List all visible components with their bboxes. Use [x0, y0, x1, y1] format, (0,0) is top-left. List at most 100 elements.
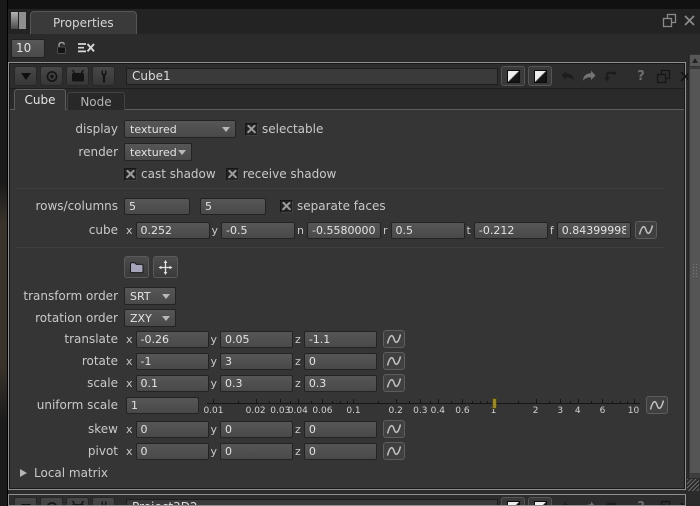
wrench-icon[interactable] [92, 497, 115, 506]
max-panels-input[interactable] [11, 39, 45, 58]
revert-icon[interactable] [600, 66, 622, 86]
node-name-input[interactable] [126, 68, 498, 85]
node-panel-titlebar: ? [10, 64, 684, 89]
separate-faces-checkbox[interactable] [280, 200, 293, 213]
uniform-scale-input[interactable] [126, 397, 199, 414]
rotate-animation-curve-button[interactable] [383, 352, 405, 370]
pivot-y-input[interactable] [220, 443, 293, 460]
y-axis-label: y [211, 333, 218, 346]
translate-x-input[interactable] [136, 331, 209, 348]
uniform-scale-animation-curve-button[interactable] [646, 396, 668, 414]
collapse-panel-icon[interactable] [14, 66, 37, 86]
cast-shadow-checkbox[interactable] [124, 168, 137, 181]
vertical-scrollbar[interactable] [688, 54, 700, 478]
tab-node[interactable]: Node [67, 92, 125, 110]
uniform-scale-slider-handle[interactable] [492, 398, 497, 409]
cube-r-input[interactable] [391, 222, 465, 239]
color-swatch-icon [534, 501, 547, 506]
lock-icon[interactable] [54, 40, 70, 56]
rows-input[interactable] [124, 198, 190, 215]
transform-order-dropdown[interactable]: SRT [124, 287, 176, 305]
selectable-checkbox[interactable] [245, 123, 258, 136]
tab-cube[interactable]: Cube [14, 89, 66, 110]
pivot-z-input[interactable] [304, 443, 377, 460]
chevron-down-icon [162, 294, 170, 299]
cube-n-axis-label: n [297, 224, 304, 237]
x-axis-label: x [126, 445, 133, 458]
float-pane-icon[interactable] [662, 13, 677, 28]
cube-t-input[interactable] [474, 222, 548, 239]
display-dropdown[interactable]: textured [124, 120, 236, 138]
float-panel-icon[interactable] [652, 66, 674, 86]
rotate-z-input[interactable] [304, 353, 377, 370]
undo-icon[interactable] [556, 497, 578, 506]
node-color-swatch[interactable] [501, 497, 525, 506]
translate-animation-curve-button[interactable] [383, 330, 405, 348]
cube-tab-content: display textured selectable render textu… [10, 110, 684, 488]
axis-handle-button[interactable] [153, 256, 178, 278]
skew-animation-curve-button[interactable] [383, 420, 405, 438]
redo-icon[interactable] [578, 66, 600, 86]
local-matrix-row[interactable]: Local matrix [14, 463, 668, 483]
pane-layout-icon[interactable] [11, 12, 27, 29]
scale-x-input[interactable] [136, 375, 209, 392]
gl-color-swatch[interactable] [528, 497, 552, 506]
pivot-animation-curve-button[interactable] [383, 442, 405, 460]
scrollbar-up-arrow[interactable] [689, 54, 700, 67]
scale-y-input[interactable] [220, 375, 293, 392]
render-label: render [14, 145, 118, 159]
node-color-swatch[interactable] [501, 66, 525, 86]
help-button[interactable]: ? [630, 66, 652, 86]
scale-animation-curve-button[interactable] [383, 374, 405, 392]
skew-label: skew [14, 422, 118, 436]
float-panel-icon[interactable] [652, 497, 674, 506]
tab-node-label: Node [80, 95, 111, 109]
translate-y-input[interactable] [220, 331, 293, 348]
postage-stamp-icon[interactable] [66, 66, 89, 86]
y-axis-label: y [211, 423, 218, 436]
tab-properties[interactable]: Properties [30, 11, 137, 34]
y-axis-label: y [211, 445, 218, 458]
expand-arrow-icon[interactable] [20, 469, 27, 477]
receive-shadow-checkbox[interactable] [226, 168, 239, 181]
cube-x-input[interactable] [136, 222, 210, 239]
node-name-input[interactable] [126, 499, 498, 506]
resize-grip-icon[interactable] [687, 479, 699, 491]
z-axis-label: z [295, 445, 301, 458]
scale-label: scale [14, 376, 118, 390]
redo-icon[interactable] [578, 497, 600, 506]
x-axis-label: x [126, 423, 133, 436]
cube-y-input[interactable] [221, 222, 295, 239]
skew-z-input[interactable] [304, 421, 377, 438]
bottom-panel-titlebar: ? [10, 495, 684, 506]
collapse-panel-icon[interactable] [14, 497, 37, 506]
skew-y-input[interactable] [220, 421, 293, 438]
help-button[interactable]: ? [630, 497, 652, 506]
file-browse-button[interactable] [124, 256, 149, 278]
postage-stamp-icon[interactable] [66, 497, 89, 506]
x-axis-label: x [126, 333, 133, 346]
undo-icon[interactable] [556, 66, 578, 86]
render-dropdown[interactable]: textured [124, 143, 192, 161]
cube-animation-curve-button[interactable] [635, 221, 657, 239]
pivot-x-input[interactable] [136, 443, 209, 460]
translate-z-input[interactable] [304, 331, 377, 348]
columns-input[interactable] [200, 198, 266, 215]
center-node-icon[interactable] [40, 497, 63, 506]
rotate-y-input[interactable] [220, 353, 293, 370]
close-all-panels-icon[interactable] [77, 41, 95, 55]
cube-f-input[interactable] [557, 222, 631, 239]
skew-x-input[interactable] [136, 421, 209, 438]
close-pane-icon[interactable] [683, 13, 696, 28]
rotate-x-input[interactable] [136, 353, 209, 370]
close-panel-icon[interactable] [674, 497, 686, 506]
scrollbar-thumb[interactable] [689, 68, 700, 474]
revert-icon[interactable] [600, 497, 622, 506]
center-node-icon[interactable] [40, 66, 63, 86]
rows-columns-label: rows/columns [14, 199, 118, 213]
cube-n-input[interactable] [307, 222, 381, 239]
rotation-order-dropdown[interactable]: ZXY [124, 309, 176, 327]
scale-z-input[interactable] [304, 375, 377, 392]
wrench-icon[interactable] [92, 66, 115, 86]
gl-color-swatch[interactable] [528, 66, 552, 86]
